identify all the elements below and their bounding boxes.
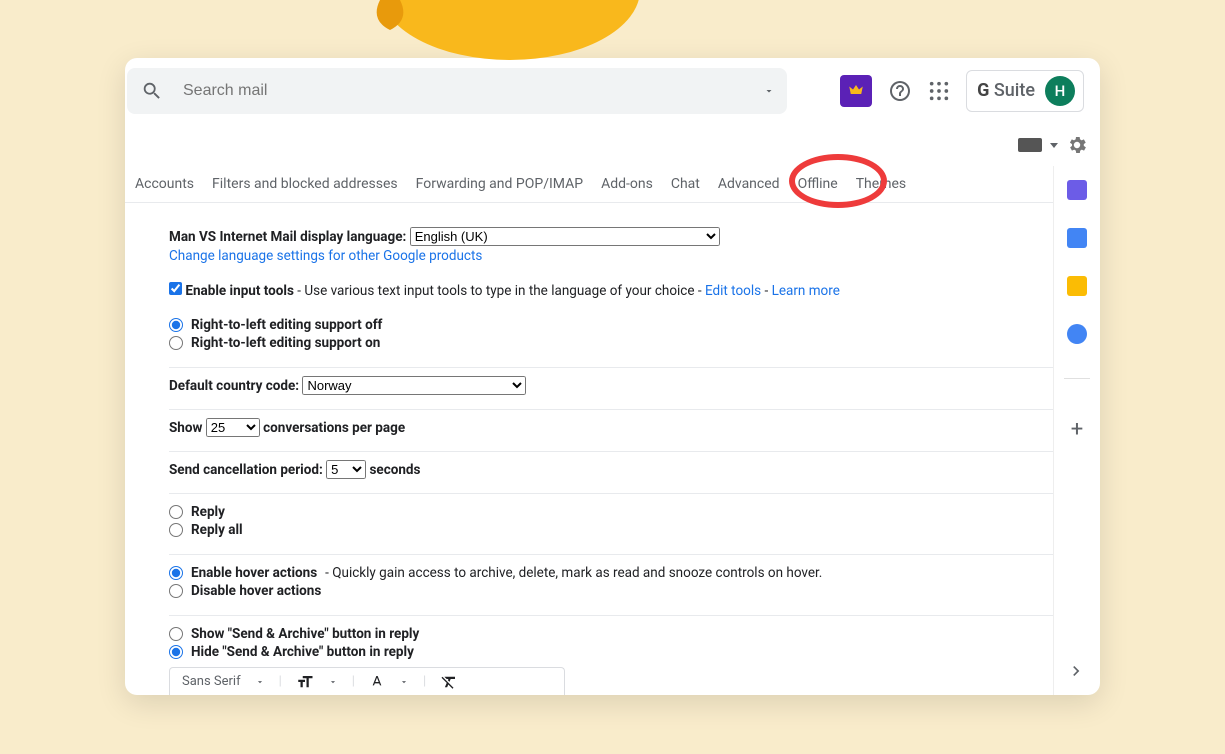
reply-radio[interactable]	[169, 505, 183, 519]
per-page-label: conversations per page	[263, 420, 405, 436]
reply-all-radio[interactable]	[169, 523, 183, 537]
tab-themes[interactable]: Themes	[856, 176, 906, 192]
contacts-icon[interactable]	[1067, 324, 1087, 344]
divider	[1064, 378, 1090, 379]
tab-offline[interactable]: Offline	[798, 176, 838, 192]
tasks-icon[interactable]	[1067, 276, 1087, 296]
font-toolbar: Sans Serif | | |	[169, 667, 565, 695]
top-bar: G Suite H	[125, 58, 1100, 124]
language-label: Man VS Internet Mail display language:	[169, 229, 406, 245]
help-icon[interactable]	[888, 79, 912, 103]
show-label: Show	[169, 420, 202, 436]
gsuite-label: G Suite	[977, 80, 1035, 101]
chevron-down-icon[interactable]	[255, 677, 265, 687]
apps-icon[interactable]	[928, 80, 950, 102]
country-select[interactable]: Norway	[302, 376, 526, 395]
avatar[interactable]: H	[1045, 76, 1075, 106]
chevron-down-icon[interactable]	[399, 677, 409, 687]
hover-off-radio[interactable]	[169, 584, 183, 598]
hover-off-label: Disable hover actions	[191, 583, 321, 599]
hover-desc: - Quickly gain access to archive, delete…	[325, 565, 822, 581]
toolbar	[125, 124, 1100, 166]
main-panel: Accounts Filters and blocked addresses F…	[125, 166, 1054, 695]
hover-on-label: Enable hover actions	[191, 565, 317, 581]
edit-tools-link[interactable]: Edit tools	[705, 283, 761, 299]
chevron-down-icon[interactable]	[328, 677, 338, 687]
page-size-select[interactable]: 25	[206, 418, 260, 437]
cancel-label: Send cancellation period:	[169, 462, 323, 478]
sa-hide-label: Hide "Send & Archive" button in reply	[191, 644, 414, 660]
input-tools-checkbox[interactable]	[169, 282, 182, 295]
tab-accounts[interactable]: Accounts	[135, 176, 194, 192]
keep-icon[interactable]	[1067, 228, 1087, 248]
cancel-period-select[interactable]: 5	[326, 460, 366, 479]
font-name[interactable]: Sans Serif	[182, 674, 241, 689]
crown-badge[interactable]	[840, 75, 872, 107]
tab-filters[interactable]: Filters and blocked addresses	[212, 176, 398, 192]
input-tools-desc: - Use various text input tools to type i…	[294, 283, 705, 299]
clear-format-icon[interactable]	[440, 673, 458, 691]
learn-more-link[interactable]: Learn more	[772, 283, 840, 299]
sa-show-radio[interactable]	[169, 627, 183, 641]
search-icon	[141, 80, 163, 102]
search-box[interactable]	[127, 68, 787, 114]
reply-label: Reply	[191, 504, 225, 520]
add-addon-button[interactable]: +	[1071, 417, 1083, 442]
text-size-icon[interactable]	[296, 673, 314, 691]
calendar-icon[interactable]	[1067, 180, 1087, 200]
chevron-right-icon[interactable]	[1066, 661, 1086, 681]
sa-show-label: Show "Send & Archive" button in reply	[191, 626, 419, 642]
keyboard-icon[interactable]	[1018, 138, 1042, 152]
top-actions: G Suite H	[840, 70, 1092, 112]
input-tools-label: Enable input tools	[185, 283, 294, 299]
sa-hide-radio[interactable]	[169, 645, 183, 659]
gsuite-badge[interactable]: G Suite H	[966, 70, 1084, 112]
tab-chat[interactable]: Chat	[671, 176, 700, 192]
country-label: Default country code:	[169, 378, 299, 394]
rtl-on-radio[interactable]	[169, 336, 183, 350]
tab-advanced[interactable]: Advanced	[718, 176, 780, 192]
rtl-off-radio[interactable]	[169, 318, 183, 332]
text-color-icon[interactable]	[369, 674, 385, 690]
chevron-down-icon[interactable]	[1050, 143, 1058, 148]
tab-forwarding[interactable]: Forwarding and POP/IMAP	[416, 176, 583, 192]
settings-tabs: Accounts Filters and blocked addresses F…	[125, 166, 1053, 203]
gear-icon[interactable]	[1066, 134, 1088, 156]
language-select[interactable]: English (UK)	[410, 227, 720, 246]
seconds-label: seconds	[369, 462, 420, 478]
hover-on-radio[interactable]	[169, 566, 183, 580]
search-options-icon[interactable]	[763, 85, 775, 97]
rtl-on-label: Right-to-left editing support on	[191, 335, 380, 351]
language-link[interactable]: Change language settings for other Googl…	[169, 248, 482, 264]
side-panel: +	[1054, 166, 1100, 695]
search-input[interactable]	[183, 82, 755, 100]
rtl-off-label: Right-to-left editing support off	[191, 317, 382, 333]
settings-content: Man VS Internet Mail display language: E…	[125, 203, 1053, 695]
tab-addons[interactable]: Add-ons	[601, 176, 653, 192]
app-window: G Suite H Accounts Filters and blocked a…	[125, 58, 1100, 695]
reply-all-label: Reply all	[191, 522, 243, 538]
